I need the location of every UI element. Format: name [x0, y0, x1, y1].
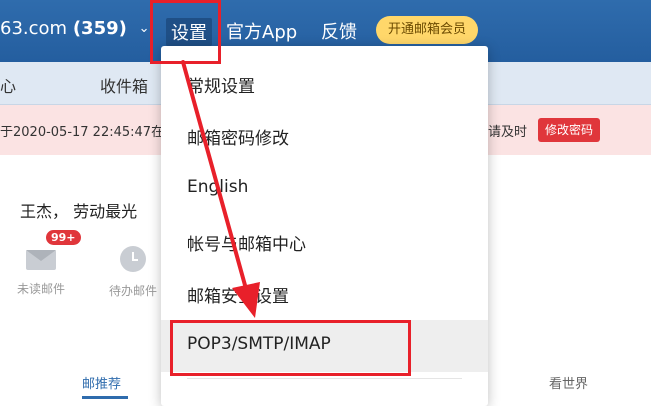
annotation-arrow — [181, 60, 260, 318]
